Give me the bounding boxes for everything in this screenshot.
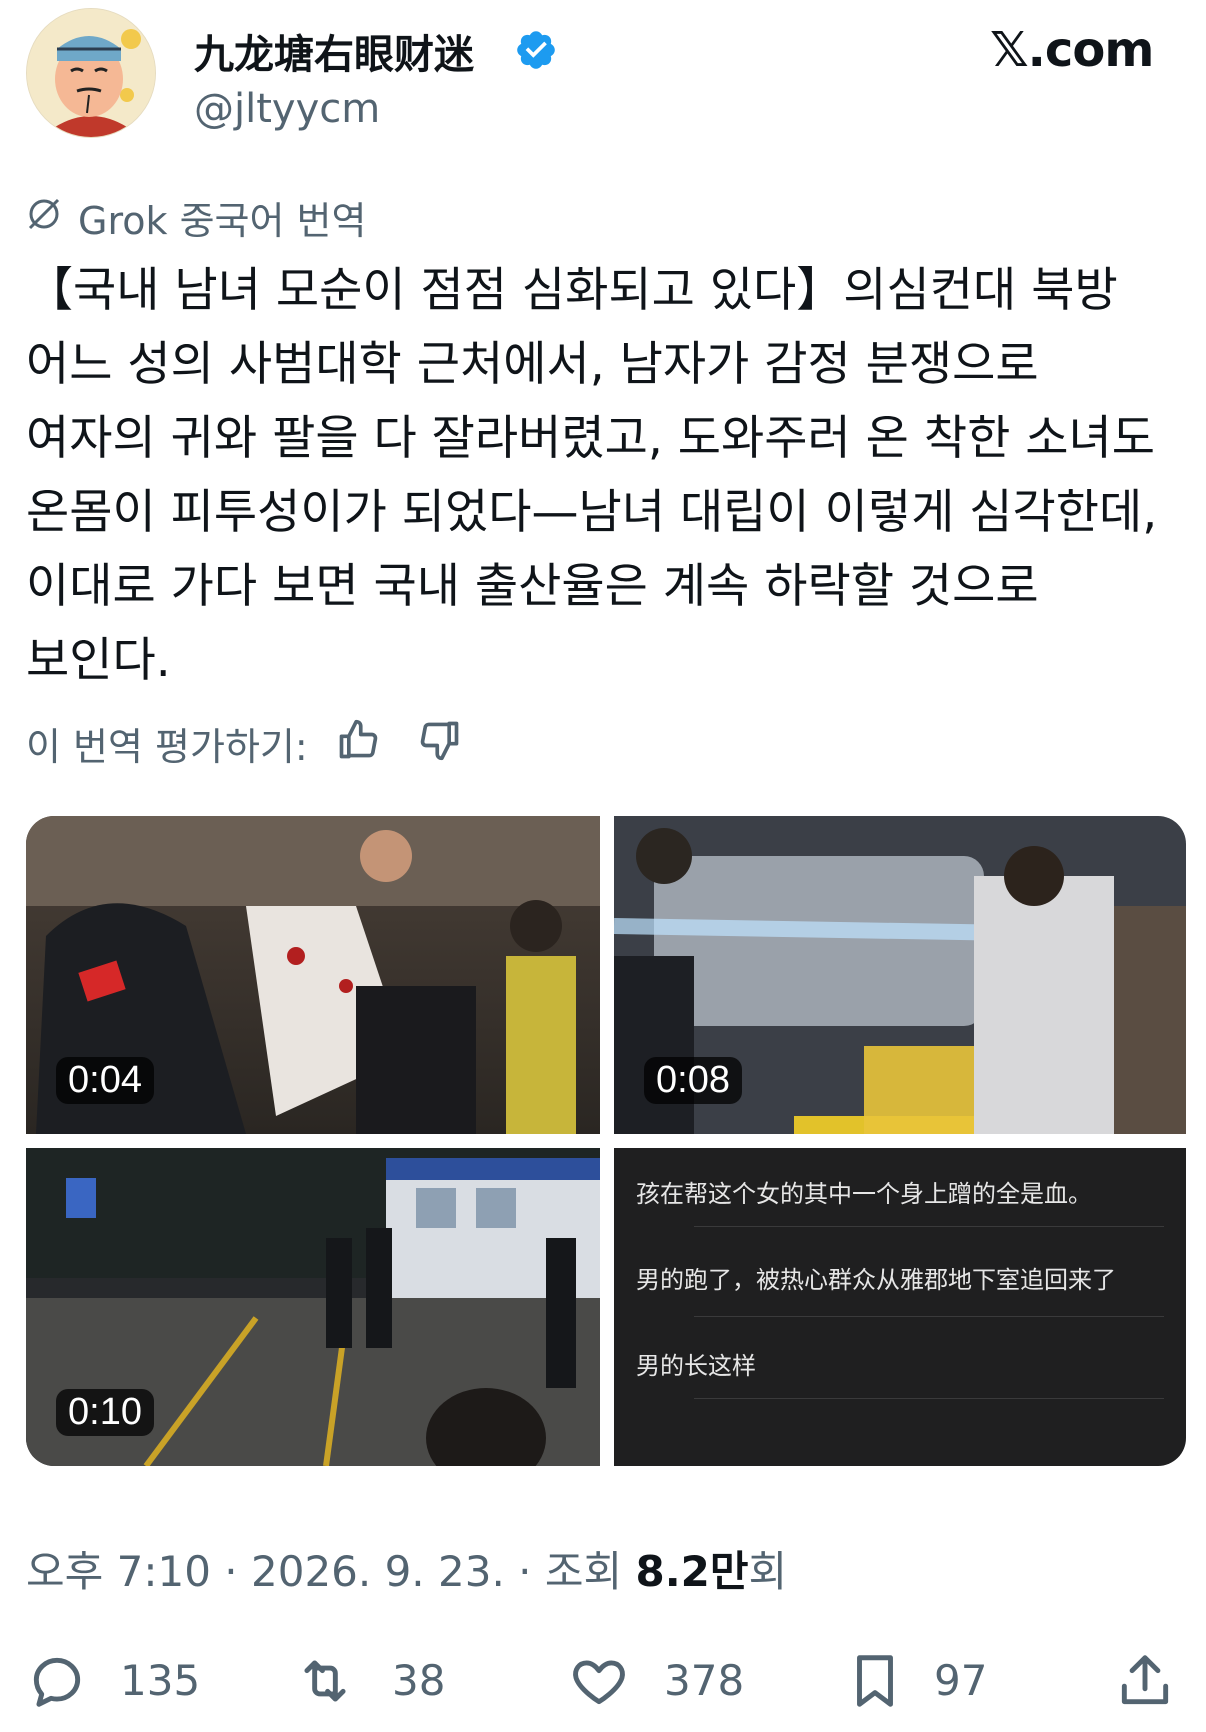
user-handle[interactable]: @jltyycm <box>194 86 380 132</box>
view-count: 8.2만 <box>635 1547 749 1596</box>
avatar[interactable] <box>26 8 156 138</box>
reply-count: 135 <box>120 1656 201 1705</box>
rate-translation-label: 이 번역 평가하기: <box>26 725 308 769</box>
repost-icon[interactable] <box>294 1650 356 1712</box>
video-duration: 0:08 <box>644 1057 742 1104</box>
chat-line-3: 男的长这样 <box>636 1352 756 1380</box>
timestamp[interactable]: 오후 7:10 · 2026. 9. 23. · 조회 <box>26 1547 636 1596</box>
thumbs-up-icon[interactable] <box>336 718 380 762</box>
like-count: 378 <box>664 1656 745 1705</box>
like-icon[interactable] <box>568 1650 630 1712</box>
bookmark-count: 97 <box>934 1656 988 1705</box>
tweet-meta: 오후 7:10 · 2026. 9. 23. · 조회 8.2만회 <box>26 1538 787 1599</box>
video-duration: 0:10 <box>56 1389 154 1436</box>
bookmark-icon[interactable] <box>844 1650 906 1712</box>
reply-icon[interactable] <box>26 1650 88 1712</box>
video-duration: 0:04 <box>56 1057 154 1104</box>
display-name[interactable]: 九龙塘右眼财迷 <box>194 22 474 80</box>
image-thumbnail-4[interactable]: 孩在帮这个女的其中一个身上蹭的全是血。 男的跑了，被热心群众从雅郡地下室追回来了… <box>614 1148 1186 1466</box>
divider <box>694 1398 1164 1399</box>
verified-icon <box>517 31 555 69</box>
tweet-text: 【국내 남녀 모순이 점점 심화되고 있다】의심컨대 북방 어느 성의 사범대학… <box>26 263 1158 688</box>
video-thumbnail-2[interactable]: 0:08 <box>614 816 1186 1134</box>
chat-line-1: 孩在帮这个女的其中一个身上蹭的全是血。 <box>636 1180 1092 1208</box>
video-thumbnail-1[interactable]: 0:04 <box>26 816 600 1134</box>
repost-count: 38 <box>392 1656 446 1705</box>
divider <box>694 1316 1164 1317</box>
translation-label: Grok 중국어 번역 <box>78 199 367 243</box>
thumbs-down-icon[interactable] <box>418 718 462 762</box>
views-suffix: 회 <box>748 1547 788 1596</box>
share-icon[interactable] <box>1114 1650 1176 1712</box>
chat-line-2: 男的跑了，被热心群众从雅郡地下室追回来了 <box>636 1266 1116 1294</box>
grok-icon <box>28 198 60 230</box>
site-logo: 𝕏.com <box>990 22 1154 78</box>
video-thumbnail-3[interactable]: 0:10 <box>26 1148 600 1466</box>
divider <box>694 1226 1164 1227</box>
